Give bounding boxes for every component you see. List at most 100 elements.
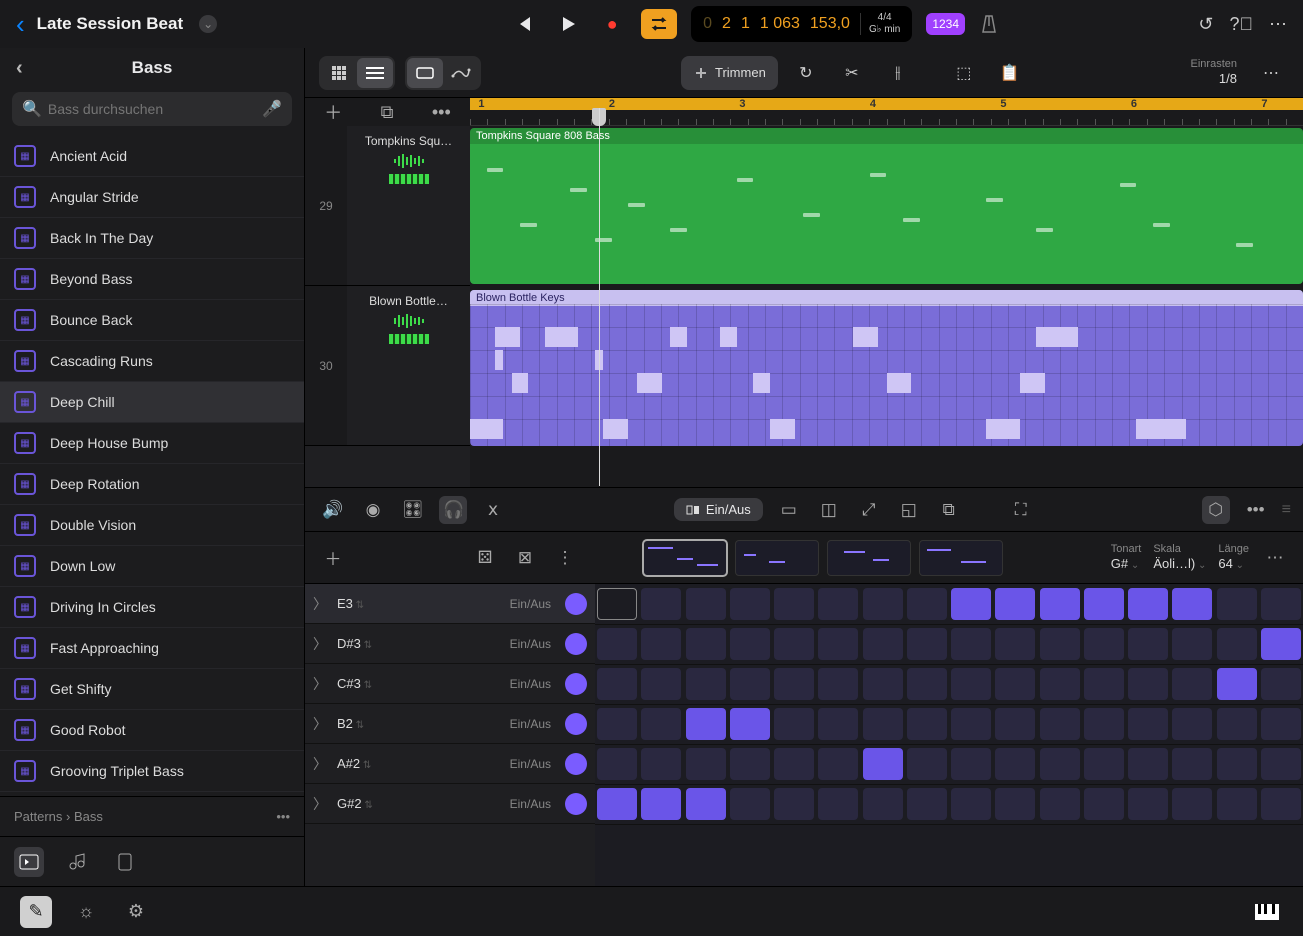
chevron-right-icon[interactable]: 〉	[313, 794, 329, 814]
step-cell[interactable]	[686, 708, 726, 740]
step-cell[interactable]	[1040, 788, 1080, 820]
track-header-30[interactable]: 30 Blown Bottle…	[305, 286, 470, 446]
step-cell[interactable]	[818, 668, 858, 700]
step-grid[interactable]	[595, 584, 1303, 886]
step-cell[interactable]	[951, 748, 991, 780]
more-icon[interactable]: ⋯	[1269, 14, 1287, 35]
step-cell[interactable]	[1084, 668, 1124, 700]
panel-icon-3[interactable]: ⤢	[855, 500, 883, 520]
step-cell[interactable]	[818, 788, 858, 820]
list-view-button[interactable]	[357, 58, 393, 88]
step-cell[interactable]	[863, 708, 903, 740]
step-cell[interactable]	[995, 668, 1035, 700]
clipboard-icon[interactable]: 📋	[992, 56, 1028, 90]
note-dot[interactable]	[565, 793, 587, 815]
panel-icon-5[interactable]: ⧉	[935, 500, 963, 520]
step-row-header[interactable]: 〉D#3Ein/Aus	[305, 624, 595, 664]
back-button[interactable]: ‹	[16, 9, 25, 40]
step-cell[interactable]	[1172, 788, 1212, 820]
step-row-header[interactable]: 〉B2Ein/Aus	[305, 704, 595, 744]
step-cell[interactable]	[1172, 588, 1212, 620]
pattern-list-item[interactable]: ▦Down Low	[0, 546, 304, 587]
metronome-button[interactable]	[979, 14, 999, 34]
step-cell[interactable]	[1172, 708, 1212, 740]
play-button[interactable]	[553, 9, 583, 39]
step-cell[interactable]	[951, 668, 991, 700]
step-cell[interactable]	[1217, 588, 1257, 620]
step-cell[interactable]	[597, 588, 637, 620]
pattern-list-item[interactable]: ▦Back In The Day	[0, 218, 304, 259]
step-cell[interactable]	[951, 708, 991, 740]
step-cell[interactable]	[597, 668, 637, 700]
pattern-list-item[interactable]: ▦Deep Chill	[0, 382, 304, 423]
step-cell[interactable]	[863, 788, 903, 820]
step-cell[interactable]	[907, 748, 947, 780]
duplicate-track-button[interactable]: ⧉	[381, 102, 394, 123]
step-cell[interactable]	[774, 588, 814, 620]
step-cell[interactable]	[995, 628, 1035, 660]
step-cell[interactable]	[907, 708, 947, 740]
step-row-header[interactable]: 〉G#2Ein/Aus	[305, 784, 595, 824]
scissors-icon[interactable]: ✂	[834, 56, 870, 90]
step-cell[interactable]	[951, 588, 991, 620]
step-cell[interactable]	[1217, 788, 1257, 820]
step-cell[interactable]	[641, 788, 681, 820]
automation-button[interactable]	[443, 58, 479, 88]
count-in-button[interactable]: 1234	[926, 13, 965, 35]
breadcrumb[interactable]: Patterns › Bass	[14, 809, 103, 824]
help-icon[interactable]: ?⃝	[1229, 14, 1253, 35]
step-cell[interactable]	[863, 628, 903, 660]
step-cell[interactable]	[1128, 708, 1168, 740]
einaus-toggle[interactable]: Ein/Aus	[674, 498, 763, 521]
key-selector[interactable]: TonartG#	[1111, 542, 1142, 573]
step-cell[interactable]	[686, 628, 726, 660]
step-cell[interactable]	[818, 708, 858, 740]
step-cell[interactable]	[730, 708, 770, 740]
playhead[interactable]	[592, 108, 606, 126]
browser-tab-sounds[interactable]	[62, 847, 92, 877]
piano-icon[interactable]	[1251, 896, 1283, 928]
step-cell[interactable]	[1261, 788, 1301, 820]
step-cell[interactable]	[1261, 748, 1301, 780]
step-cell[interactable]	[1040, 588, 1080, 620]
scale-selector[interactable]: SkalaÄoli…l)	[1153, 542, 1206, 573]
browser-tab-files[interactable]	[110, 847, 140, 877]
step-cell[interactable]	[686, 668, 726, 700]
panel-icon-4[interactable]: ◱	[895, 500, 923, 520]
loop-tool-icon[interactable]: ↻	[788, 56, 824, 90]
note-dot[interactable]	[565, 753, 587, 775]
step-cell[interactable]	[907, 588, 947, 620]
step-cell[interactable]	[774, 668, 814, 700]
step-cell[interactable]	[1084, 748, 1124, 780]
fullscreen-icon[interactable]: ⛶	[1007, 500, 1035, 520]
chevron-right-icon[interactable]: 〉	[313, 634, 329, 654]
clear-icon[interactable]: ⊠	[511, 548, 539, 568]
search-input[interactable]	[48, 101, 256, 117]
step-cell[interactable]	[641, 668, 681, 700]
cycle-button[interactable]	[641, 9, 677, 39]
step-cell[interactable]	[1128, 628, 1168, 660]
step-cell[interactable]	[730, 748, 770, 780]
pattern-thumb-1[interactable]	[643, 540, 727, 576]
chevron-right-icon[interactable]: 〉	[313, 674, 329, 694]
step-cell[interactable]	[1084, 708, 1124, 740]
project-menu-chevron[interactable]: ⌄	[199, 15, 217, 33]
chevron-right-icon[interactable]: 〉	[313, 714, 329, 734]
pattern-thumb-2[interactable]	[735, 540, 819, 576]
step-cell[interactable]	[730, 788, 770, 820]
pattern-list-item[interactable]: ▦Bounce Back	[0, 300, 304, 341]
trim-tool-button[interactable]: Trimmen	[681, 56, 778, 90]
step-cell[interactable]	[951, 788, 991, 820]
step-cell[interactable]	[774, 628, 814, 660]
add-track-button[interactable]: ＋	[324, 99, 342, 125]
focus-icon[interactable]: ⬡	[1202, 496, 1230, 524]
panel-icon-2[interactable]: ◫	[815, 500, 843, 520]
pattern-list-item[interactable]: ▦Angular Stride	[0, 177, 304, 218]
project-title[interactable]: Late Session Beat	[37, 14, 183, 34]
editor-row2-more-icon[interactable]: ⋯	[1261, 548, 1289, 568]
step-cell[interactable]	[1217, 708, 1257, 740]
pattern-list-item[interactable]: ▦Cascading Runs	[0, 341, 304, 382]
step-cell[interactable]	[1040, 628, 1080, 660]
mic-icon[interactable]: 🎤	[262, 99, 282, 119]
note-dot[interactable]	[565, 593, 587, 615]
